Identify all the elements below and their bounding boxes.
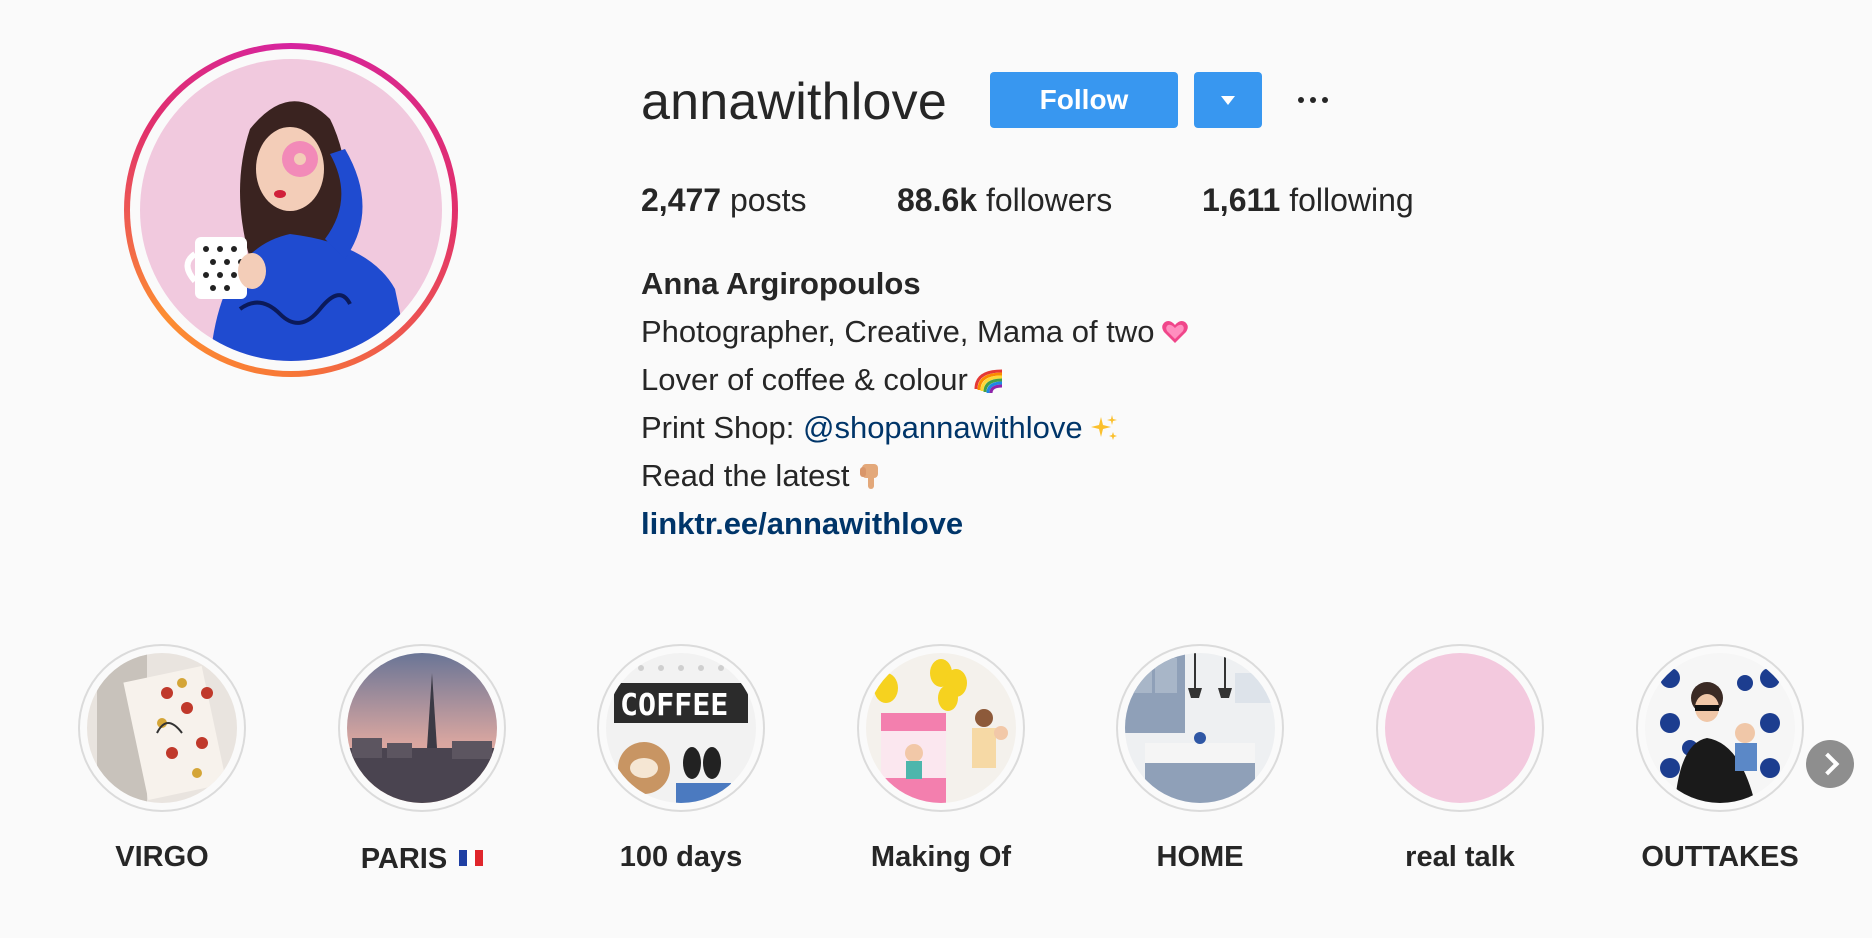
bio-line-2-text: Lover of coffee & colour (641, 362, 968, 397)
followers-label: followers (985, 182, 1113, 218)
highlight-cover (87, 653, 237, 803)
following-label: following (1289, 182, 1414, 218)
highlight-label: OUTTAKES (1641, 841, 1799, 873)
following-stat[interactable]: 1,611 following (1202, 180, 1414, 220)
highlight-ring (338, 644, 506, 812)
highlight-label: HOME (1156, 841, 1244, 873)
avatar[interactable] (140, 59, 442, 361)
svg-text:COFFEE: COFFEE (620, 688, 728, 723)
username: annawithlove (641, 73, 947, 131)
highlight-virgo[interactable]: VIRGO (72, 644, 252, 874)
highlight-making-of[interactable]: Making Of (851, 644, 1031, 874)
posts-label: posts (729, 182, 807, 218)
highlight-ring (857, 644, 1025, 812)
chevron-right-icon (1816, 752, 1840, 776)
highlight-ring (78, 644, 246, 812)
more-options-button[interactable] (1296, 84, 1330, 114)
highlight-ring (1116, 644, 1284, 812)
bio-line-2: Lover of coffee & colour (641, 356, 1190, 404)
bio-line-4: Read the latest (641, 452, 1190, 500)
highlight-label: VIRGO (115, 841, 209, 873)
highlight-paris[interactable]: PARIS (332, 644, 512, 876)
france-flag-icon (459, 840, 484, 874)
highlight-cover (1645, 653, 1795, 803)
highlight-cover (866, 653, 1016, 803)
highlight-ring (1376, 644, 1544, 812)
profile-avatar-ring[interactable] (124, 43, 458, 377)
bio-line-4-text: Read the latest (641, 458, 850, 493)
highlight-label: PARIS (332, 840, 512, 876)
highlight-label: real talk (1405, 841, 1515, 873)
bio-line-1: Photographer, Creative, Mama of two (641, 308, 1190, 356)
highlight-cover: COFFEE (606, 653, 756, 803)
highlight-real-talk[interactable]: real talk (1370, 644, 1550, 874)
caret-down-icon (1221, 96, 1235, 105)
pointing-down-icon (856, 457, 886, 489)
highlight-ring (1636, 644, 1804, 812)
follow-button[interactable]: Follow (990, 72, 1178, 128)
highlight-cover (1125, 653, 1275, 803)
profile-website-link[interactable]: linktr.ee/annawithlove (641, 500, 1190, 548)
bio-line-1-text: Photographer, Creative, Mama of two (641, 314, 1155, 349)
highlight-cover (347, 653, 497, 803)
sparkles-icon (1089, 409, 1119, 440)
shop-mention-link[interactable]: @shopannawithlove (803, 410, 1083, 445)
following-count: 1,611 (1202, 182, 1281, 218)
highlight-label: Making Of (870, 841, 1012, 873)
highlight-ring: COFFEE (597, 644, 765, 812)
highlight-100-days[interactable]: COFFEE 100 days (591, 644, 771, 874)
followers-count: 88.6k (897, 182, 978, 218)
posts-stat: 2,477 posts (641, 180, 806, 220)
followers-stat[interactable]: 88.6k followers (897, 180, 1112, 220)
heart-icon (1160, 313, 1190, 343)
highlight-cover (1385, 653, 1535, 803)
bio-line-3-prefix: Print Shop: (641, 410, 803, 445)
profile-bio: Anna Argiropoulos Photographer, Creative… (641, 260, 1190, 548)
highlight-outtakes[interactable]: OUTTAKES (1630, 644, 1810, 874)
suggested-accounts-dropdown-button[interactable] (1194, 72, 1262, 128)
full-name: Anna Argiropoulos (641, 266, 921, 301)
highlight-home[interactable]: HOME (1110, 644, 1290, 874)
rainbow-icon (974, 361, 1004, 394)
posts-count: 2,477 (641, 182, 722, 218)
highlights-next-button[interactable] (1806, 740, 1854, 788)
highlight-label: 100 days (619, 841, 743, 873)
bio-line-3: Print Shop: @shopannawithlove (641, 404, 1190, 452)
